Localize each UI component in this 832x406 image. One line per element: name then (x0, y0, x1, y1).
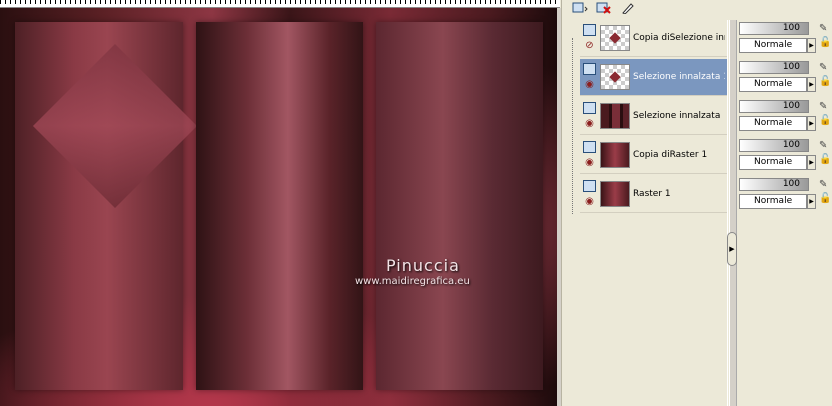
layer-properties: 100 Normale ▶ ✎ 🔓 100 Normale ▶ ✎ 🔓 100 No… (739, 20, 832, 406)
layer-name: Copia diSelezione inna (633, 33, 725, 43)
layer-props-row: 100 Normale ▶ ✎ 🔓 (739, 98, 832, 135)
opacity-slider[interactable]: 100 (739, 178, 809, 191)
lock-icon[interactable]: ✎ 🔓 (819, 100, 831, 130)
watermark-url: www.maidiregrafica.eu (355, 276, 470, 287)
layer-row[interactable]: ◉ Raster 1 (580, 176, 727, 213)
eye-icon[interactable]: ◉ (583, 79, 596, 90)
layer-props-row: 100 Normale ▶ ✎ 🔓 (739, 176, 832, 213)
layer-icon (583, 23, 596, 36)
layer-icon (583, 140, 596, 153)
eye-icon[interactable]: ◉ (583, 157, 596, 168)
layer-icon (583, 101, 596, 114)
layer-thumbnail (600, 64, 630, 90)
layer-name: Raster 1 (633, 189, 671, 199)
lock-icon[interactable]: ✎ 🔓 (819, 22, 831, 52)
layers-palette: ⊘ Copia diSelezione inna ◉ Selezione inn… (563, 0, 832, 406)
layer-name: Copia diRaster 1 (633, 150, 708, 160)
image-canvas[interactable]: Pinuccia www.maidiregrafica.eu (0, 8, 558, 406)
panel-splitter[interactable] (729, 20, 737, 406)
layer-icon (583, 179, 596, 192)
dropdown-arrow-icon[interactable]: ▶ (807, 194, 816, 209)
layer-name: Selezione innalzata 1 (633, 72, 725, 82)
layer-row[interactable]: ◉ Copia diRaster 1 (580, 137, 727, 174)
edit-icon[interactable] (619, 1, 637, 15)
eye-icon[interactable]: ◉ (583, 118, 596, 129)
diamond-shape (32, 43, 198, 209)
canvas-area: Pinuccia www.maidiregrafica.eu (0, 0, 562, 406)
blend-mode-select[interactable]: Normale (739, 116, 807, 131)
layer-thumbnail (600, 142, 630, 168)
blend-mode-select[interactable]: Normale (739, 77, 807, 92)
layer-props-row: 100 Normale ▶ ✎ 🔓 (739, 20, 832, 57)
delete-layer-icon[interactable] (595, 1, 613, 15)
layer-props-row: 100 Normale ▶ ✎ 🔓 (739, 137, 832, 174)
layer-name: Selezione innalzata (633, 111, 721, 121)
psp-window: Pinuccia www.maidiregrafica.eu ⊘ Copia d… (0, 0, 832, 406)
layer-thumbnail (600, 181, 630, 207)
layer-row[interactable]: ⊘ Copia diSelezione inna (580, 20, 727, 57)
canvas-panel-left (15, 22, 198, 390)
ruler (0, 0, 560, 8)
opacity-slider[interactable]: 100 (739, 139, 809, 152)
opacity-slider[interactable]: 100 (739, 100, 809, 113)
opacity-slider[interactable]: 100 (739, 22, 809, 35)
canvas-panel-middle (196, 22, 363, 390)
tree-connector (572, 38, 573, 214)
lock-icon[interactable]: ✎ 🔓 (819, 61, 831, 91)
dropdown-arrow-icon[interactable]: ▶ (807, 155, 816, 170)
eye-icon[interactable]: ◉ (583, 196, 596, 207)
watermark-name: Pinuccia (386, 256, 460, 275)
layer-row[interactable]: ◉ Selezione innalzata (580, 98, 727, 135)
layer-icon (583, 62, 596, 75)
hidden-eye-icon[interactable]: ⊘ (583, 40, 596, 51)
dropdown-arrow-icon[interactable]: ▶ (807, 116, 816, 131)
new-layer-icon[interactable] (571, 1, 589, 15)
canvas-panel-right (376, 22, 543, 390)
layer-props-row: 100 Normale ▶ ✎ 🔓 (739, 59, 832, 96)
layers-list: ⊘ Copia diSelezione inna ◉ Selezione inn… (568, 20, 728, 406)
layer-thumbnail (600, 25, 630, 51)
opacity-slider[interactable]: 100 (739, 61, 809, 74)
layer-thumbnail (600, 103, 630, 129)
lock-icon[interactable]: ✎ 🔓 (819, 139, 831, 169)
blend-mode-select[interactable]: Normale (739, 194, 807, 209)
blend-mode-select[interactable]: Normale (739, 38, 807, 53)
lock-icon[interactable]: ✎ 🔓 (819, 178, 831, 208)
layers-toolbar (563, 0, 832, 16)
canvas-scrollbar[interactable] (557, 8, 561, 406)
dropdown-arrow-icon[interactable]: ▶ (807, 38, 816, 53)
collapse-arrow-icon[interactable]: ▶ (727, 232, 737, 266)
layer-row[interactable]: ◉ Selezione innalzata 1 (580, 59, 727, 96)
dropdown-arrow-icon[interactable]: ▶ (807, 77, 816, 92)
blend-mode-select[interactable]: Normale (739, 155, 807, 170)
